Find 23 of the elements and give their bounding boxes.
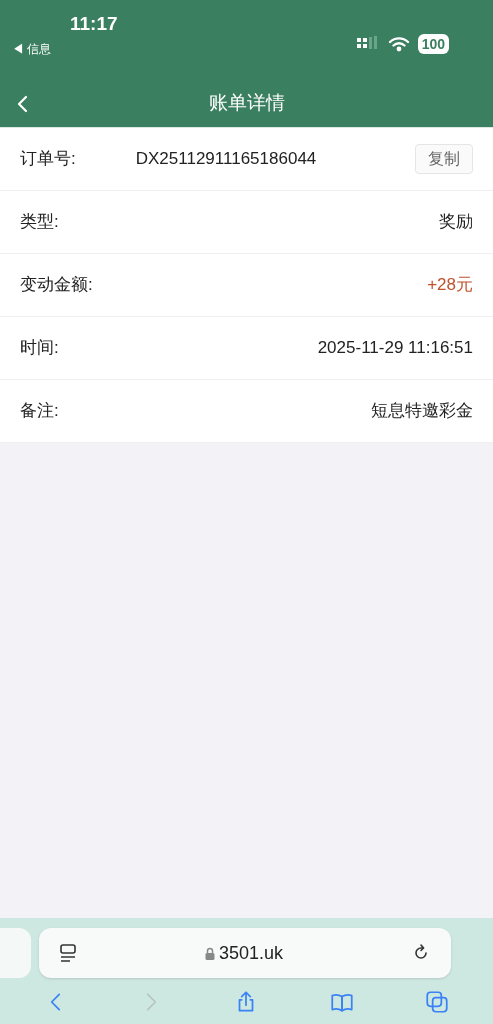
back-icon[interactable] [16,93,30,114]
copy-button[interactable]: 复制 [415,144,473,174]
address-bar[interactable]: 3501.uk [39,928,451,978]
status-time: 11:17 [70,12,118,36]
field-label: 类型: [20,211,59,234]
order-number: DX25112911165186044 [135,148,317,171]
reader-icon[interactable] [59,943,77,963]
field-value: 奖励 [439,211,473,234]
battery-level: 100 [417,34,449,54]
back-to-app-link[interactable]: ◀ 信息 [12,40,118,58]
page-title: 账单详情 [208,91,285,116]
field-value: +28元 [427,274,473,297]
field-label: 变动金额: [20,274,93,297]
field-value: 短息特邀彩金 [371,400,473,423]
lock-icon [204,946,215,960]
wifi-icon [387,36,410,52]
tabs-icon[interactable] [424,989,451,1015]
url-text: 3501.uk [218,941,284,965]
field-label: 订单号: [20,148,76,171]
field-value: 2025-11-29 11:16:51 [317,337,473,360]
field-label: 备注: [20,400,59,423]
signal-icon [355,36,380,52]
field-label: 时间: [20,337,59,360]
